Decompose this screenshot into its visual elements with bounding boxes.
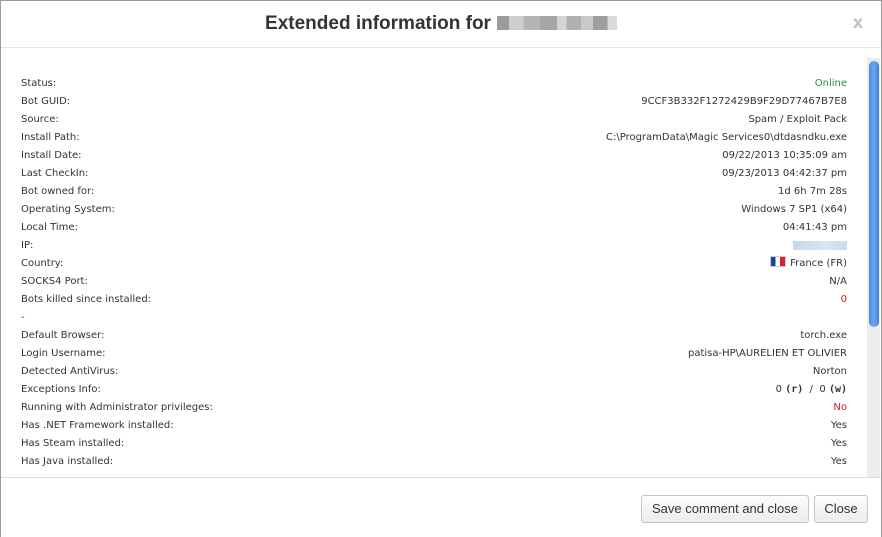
info-row-status: Status: Online xyxy=(1,75,861,93)
local-time-value: 04:41:43 pm xyxy=(782,222,847,233)
dialog-titlebar: Extended information for x xyxy=(1,1,881,48)
operating-system-label: Operating System: xyxy=(21,204,115,215)
antivirus-label: Detected AntiVirus: xyxy=(21,366,119,377)
info-row-install-date: Install Date: 09/22/2013 10:35:09 am xyxy=(1,147,861,165)
info-row-dotnet: Has .NET Framework installed: Yes xyxy=(1,417,861,435)
status-value: Online xyxy=(814,78,847,89)
ip-label: IP: xyxy=(21,240,34,251)
dotnet-value: Yes xyxy=(830,420,847,431)
operating-system-value: Windows 7 SP1 (x64) xyxy=(741,204,847,215)
info-row-operating-system: Operating System: Windows 7 SP1 (x64) xyxy=(1,201,861,219)
steam-value: Yes xyxy=(830,438,847,449)
dialog-title: Extended information for xyxy=(1,13,881,35)
info-row-bot-owned-for: Bot owned for: 1d 6h 7m 28s xyxy=(1,183,861,201)
info-row-country: Country: France (FR) xyxy=(1,255,861,273)
antivirus-value: Norton xyxy=(812,366,847,377)
ip-value xyxy=(793,237,847,255)
info-row-socks4-port: SOCKS4 Port: N/A xyxy=(1,273,861,291)
info-row-install-path: Install Path: C:\ProgramData\Magic Servi… xyxy=(1,129,861,147)
install-date-label: Install Date: xyxy=(21,150,82,161)
exceptions-w-tag: (w) xyxy=(828,384,847,395)
exceptions-r-tag: (r) xyxy=(785,384,804,395)
info-row-last-checkin: Last CheckIn: 09/23/2013 04:42:37 pm xyxy=(1,165,861,183)
info-row-antivirus: Detected AntiVirus: Norton xyxy=(1,363,861,381)
default-browser-label: Default Browser: xyxy=(21,330,105,341)
admin-privileges-label: Running with Administrator privileges: xyxy=(21,402,213,413)
socks4-port-value: N/A xyxy=(829,276,847,287)
java-value: Yes xyxy=(830,456,847,467)
login-username-value: patisa-HP\AURELIEN ET OLIVIER xyxy=(687,348,847,359)
bot-owned-for-label: Bot owned for: xyxy=(21,186,95,197)
admin-privileges-value: No xyxy=(833,402,847,413)
info-row-steam: Has Steam installed: Yes xyxy=(1,435,861,453)
install-date-value: 09/22/2013 10:35:09 am xyxy=(722,150,847,161)
extended-info-dialog: Extended information for x Status: Onlin… xyxy=(0,0,882,537)
last-checkin-value: 09/23/2013 04:42:37 pm xyxy=(722,168,847,179)
close-icon[interactable]: x xyxy=(849,13,867,33)
info-row-ip: IP: xyxy=(1,237,861,255)
default-browser-value: torch.exe xyxy=(800,330,847,341)
last-checkin-label: Last CheckIn: xyxy=(21,168,89,179)
country-text: France (FR) xyxy=(790,258,847,269)
info-row-local-time: Local Time: 04:41:43 pm xyxy=(1,219,861,237)
country-value: France (FR) xyxy=(770,255,847,273)
login-username-label: Login Username: xyxy=(21,348,106,359)
info-row-java: Has Java installed: Yes xyxy=(1,453,861,471)
separator-label: - xyxy=(21,312,25,323)
steam-label: Has Steam installed: xyxy=(21,438,125,449)
local-time-label: Local Time: xyxy=(21,222,78,233)
info-scroll-area: Status: Online Bot GUID: 9CCF3B332F12724… xyxy=(1,48,881,477)
bots-killed-value: 0 xyxy=(840,294,847,305)
exceptions-value: 0 (r) / 0 (w) xyxy=(776,381,847,399)
exceptions-label: Exceptions Info: xyxy=(21,384,101,395)
java-label: Has Java installed: xyxy=(21,456,114,467)
source-value: Spam / Exploit Pack xyxy=(748,114,847,125)
info-row-admin-privileges: Running with Administrator privileges: N… xyxy=(1,399,861,417)
scrollbar-thumb[interactable] xyxy=(869,61,879,327)
exceptions-separator: / xyxy=(809,384,814,395)
dialog-title-text: Extended information for xyxy=(265,13,491,34)
info-row-exceptions: Exceptions Info: 0 (r) / 0 (w) xyxy=(1,381,861,399)
flag-france-icon xyxy=(770,256,787,267)
bot-owned-for-value: 1d 6h 7m 28s xyxy=(778,186,847,197)
save-comment-and-close-button[interactable]: Save comment and close xyxy=(641,495,809,523)
dialog-footer: Save comment and close Close xyxy=(1,477,881,537)
bots-killed-label: Bots killed since installed: xyxy=(21,294,152,305)
country-label: Country: xyxy=(21,258,64,269)
redacted-bot-name xyxy=(496,16,617,30)
bot-guid-value: 9CCF3B332F1272429B9F29D77467B7E8 xyxy=(641,96,847,107)
exceptions-w-count: 0 xyxy=(819,384,826,395)
source-label: Source: xyxy=(21,114,59,125)
status-label: Status: xyxy=(21,78,57,89)
redacted-ip xyxy=(793,240,847,250)
info-row-login-username: Login Username: patisa-HP\AURELIEN ET OL… xyxy=(1,345,861,363)
info-rows: Status: Online Bot GUID: 9CCF3B332F12724… xyxy=(1,75,861,471)
dotnet-label: Has .NET Framework installed: xyxy=(21,420,174,431)
info-row-default-browser: Default Browser: torch.exe xyxy=(1,327,861,345)
bot-guid-label: Bot GUID: xyxy=(21,96,71,107)
close-button[interactable]: Close xyxy=(814,495,868,523)
install-path-label: Install Path: xyxy=(21,132,80,143)
info-row-separator: - xyxy=(1,309,861,327)
info-row-source: Source: Spam / Exploit Pack xyxy=(1,111,861,129)
info-row-bots-killed: Bots killed since installed: 0 xyxy=(1,291,861,309)
info-row-bot-guid: Bot GUID: 9CCF3B332F1272429B9F29D77467B7… xyxy=(1,93,861,111)
exceptions-r-count: 0 xyxy=(775,384,783,395)
socks4-port-label: SOCKS4 Port: xyxy=(21,276,88,287)
install-path-value: C:\ProgramData\Magic Services0\dtdasndku… xyxy=(606,132,847,143)
